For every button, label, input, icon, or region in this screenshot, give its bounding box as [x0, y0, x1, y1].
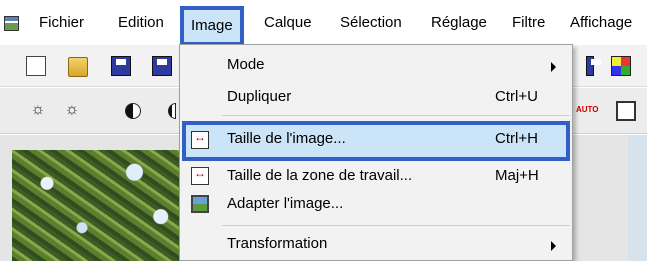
grid-icon[interactable] [616, 101, 636, 121]
menu-edition[interactable]: Edition [118, 11, 164, 35]
save-icon[interactable] [111, 56, 131, 76]
menu-item-shortcut: Ctrl+H [495, 130, 538, 147]
menu-calque[interactable]: Calque [264, 11, 312, 35]
auto-adjust-icon[interactable]: AUTO [576, 96, 599, 116]
menu-item-label: Taille de la zone de travail... [227, 167, 413, 184]
menu-item-shortcut: Ctrl+U [495, 88, 538, 105]
contrast-up-icon[interactable] [168, 103, 176, 119]
menu-item-label: Transformation [227, 235, 328, 252]
menu-item-mode[interactable]: Mode [180, 49, 572, 83]
workspace-edge [628, 135, 647, 261]
app-icon [4, 16, 19, 31]
image-canvas[interactable] [12, 150, 187, 261]
canvas-size-icon [191, 166, 209, 185]
menu-item-label: Dupliquer [227, 88, 292, 105]
menu-item-dupliquer[interactable]: Dupliquer Ctrl+U [180, 81, 572, 115]
menu-image[interactable]: Image [180, 6, 244, 46]
menu-separator [222, 115, 570, 116]
brightness-up-icon[interactable]: ☼ [62, 100, 82, 120]
menu-item-shortcut: Maj+H [495, 167, 539, 184]
menu-item-adapter-image[interactable]: Adapter l'image... [180, 188, 572, 222]
toolbar-button-icon[interactable] [586, 56, 601, 76]
open-folder-icon[interactable] [68, 57, 88, 77]
submenu-arrow-icon [551, 241, 556, 251]
image-menu-dropdown: Mode Dupliquer Ctrl+U Taille de l'image.… [179, 44, 573, 261]
menu-filtre[interactable]: Filtre [512, 11, 545, 35]
save-as-icon[interactable] [152, 56, 172, 76]
menu-selection[interactable]: Sélection [340, 11, 402, 35]
resize-image-icon [191, 130, 209, 149]
menu-item-taille-image[interactable]: Taille de l'image... Ctrl+H [182, 121, 570, 161]
menu-item-label: Adapter l'image... [227, 195, 344, 212]
contrast-down-icon[interactable] [125, 103, 141, 119]
menu-fichier[interactable]: Fichier [39, 11, 84, 35]
menu-item-label: Taille de l'image... [227, 130, 346, 147]
menu-bar: Fichier Edition Image Calque Sélection R… [0, 0, 647, 46]
menu-reglage[interactable]: Réglage [431, 11, 487, 35]
new-file-icon[interactable] [26, 56, 46, 76]
menu-item-label: Mode [227, 56, 265, 73]
color-grid-icon[interactable] [611, 56, 631, 76]
fit-image-icon [191, 195, 209, 213]
brightness-down-icon[interactable]: ☼ [28, 100, 48, 120]
submenu-arrow-icon [551, 62, 556, 72]
menu-item-transformation[interactable]: Transformation [180, 228, 572, 261]
menu-separator [222, 225, 570, 226]
menu-affichage[interactable]: Affichage [570, 11, 632, 35]
